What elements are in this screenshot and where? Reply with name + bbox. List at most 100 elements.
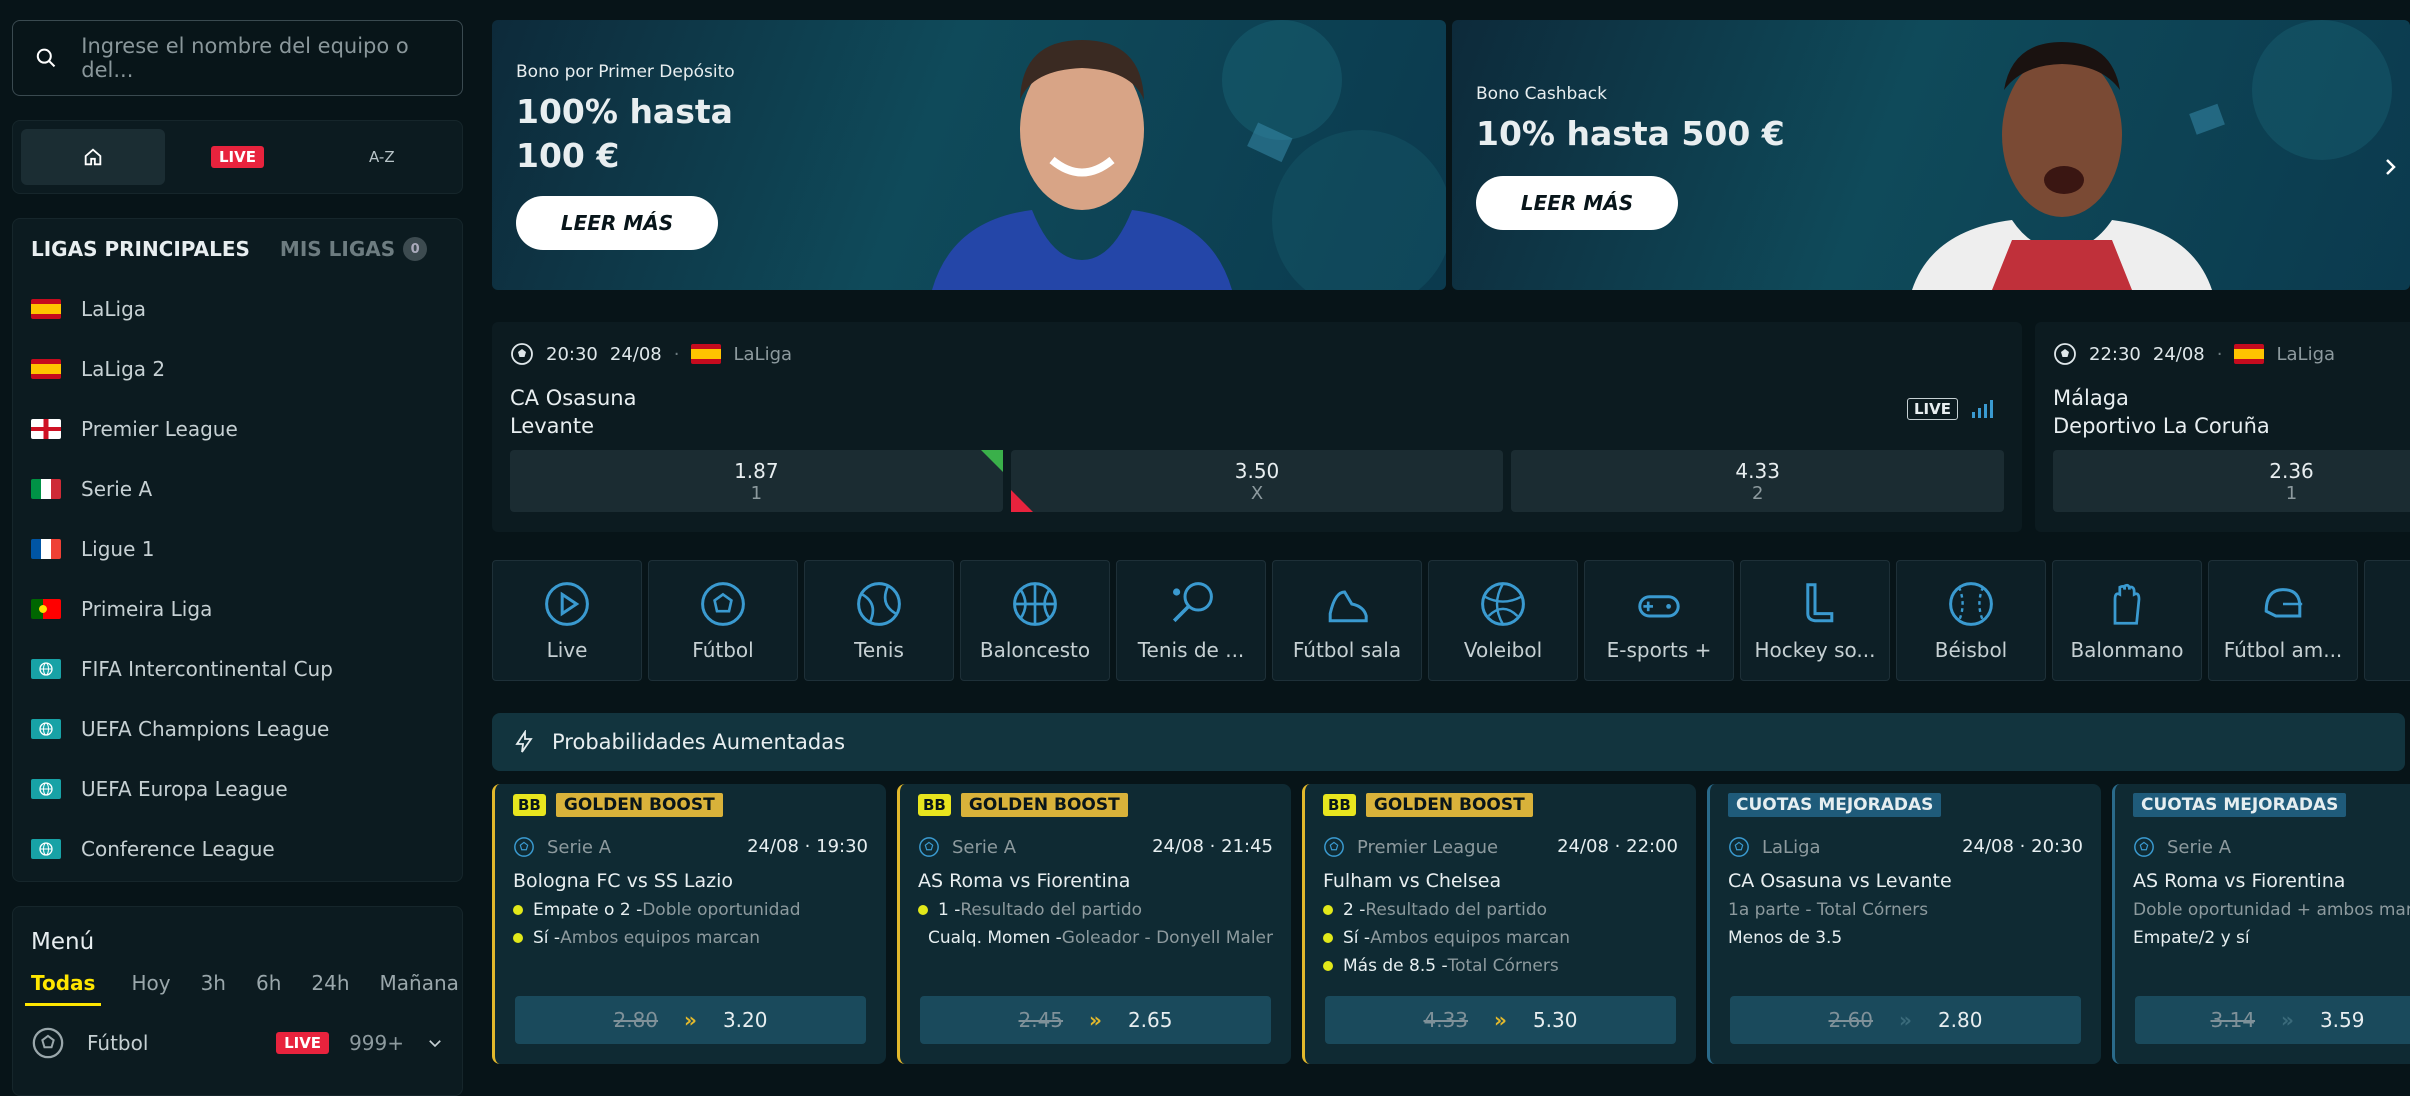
boost-datetime: 24/08 · 20:30 bbox=[1962, 836, 2083, 857]
flag-spain-icon bbox=[691, 344, 722, 364]
sport-volleyball[interactable]: Voleibol bbox=[1428, 560, 1578, 681]
selection-market: Resultado del partido bbox=[1365, 900, 1548, 920]
sport-label: Fútbol sala bbox=[1292, 637, 1402, 662]
stats-icon[interactable] bbox=[1970, 400, 1994, 418]
odds-button[interactable]: 3.50 X bbox=[1010, 450, 1504, 512]
boost-datetime: 24/08 · 22:00 bbox=[1557, 836, 1678, 857]
sport-label: Tenis bbox=[854, 637, 904, 662]
time-filter-tabs: Todas Hoy 3h 6h 24h Mañana bbox=[25, 971, 459, 1006]
tab-5[interactable]: Mañana bbox=[380, 971, 459, 1006]
away-team: Deportivo La Coruña bbox=[2053, 414, 2270, 438]
boost-datetime: 24/08 · 21:45 bbox=[1152, 836, 1273, 857]
read-more-button[interactable]: LEER MÁS bbox=[516, 196, 718, 250]
league-item[interactable]: LaLiga 2 bbox=[31, 339, 444, 399]
league-item[interactable]: Premier League bbox=[31, 399, 444, 459]
search-box[interactable]: Ingrese el nombre del equipo o del... bbox=[12, 20, 463, 96]
menu-title: Menú bbox=[31, 929, 95, 955]
boost-teams: Fulham vs Chelsea bbox=[1323, 870, 1502, 892]
flag-spain-icon bbox=[2234, 344, 2265, 364]
tab-2[interactable]: 3h bbox=[201, 971, 226, 1006]
match-card[interactable]: 20:30 24/08 · LaLiga CA Osasuna Levante L… bbox=[492, 322, 2022, 532]
tab-my-leagues[interactable]: MIS LIGAS 0 bbox=[280, 237, 428, 261]
tab-4[interactable]: 24h bbox=[311, 971, 349, 1006]
read-more-button[interactable]: LEER MÁS bbox=[1476, 176, 1678, 230]
baseball-icon bbox=[1949, 581, 1993, 626]
boost-card[interactable]: CUOTAS MEJORADASSerie A24AS Roma vs Fior… bbox=[2112, 784, 2410, 1064]
chevron-right-icon[interactable] bbox=[2378, 155, 2402, 179]
sport-baseball[interactable]: Béisbol bbox=[1896, 560, 2046, 681]
selection-market: Goleador - Donyell Malen bbox=[1061, 928, 1273, 948]
league-item[interactable]: Serie A bbox=[31, 459, 444, 519]
football-icon bbox=[32, 1027, 64, 1059]
sport-esports[interactable]: E-sports + bbox=[1584, 560, 1734, 681]
boost-price-button[interactable]: 2.45 » 2.65 bbox=[920, 996, 1271, 1044]
flag-es-icon bbox=[31, 299, 61, 319]
match-date: 24/08 bbox=[2152, 343, 2205, 365]
sport-live[interactable]: Live bbox=[492, 560, 642, 681]
banner-cashback[interactable]: Bono Cashback 10% hasta 500 € LEER MÁS bbox=[1452, 20, 2410, 290]
selection-market: Ambos equipos marcan bbox=[560, 928, 761, 948]
sport-basketball[interactable]: Baloncesto bbox=[960, 560, 1110, 681]
boost-market: 1a parte - Total Córners bbox=[1728, 900, 1929, 920]
boost-market: Doble oportunidad + ambos marcan bbox=[2133, 900, 2410, 920]
boost-price-button[interactable]: 2.80 » 3.20 bbox=[515, 996, 866, 1044]
double-chevron-icon: » bbox=[1089, 1008, 1102, 1032]
table-tennis-icon bbox=[1172, 581, 1213, 622]
search-input[interactable]: Ingrese el nombre del equipo o del... bbox=[81, 34, 440, 82]
sport-football[interactable]: Fútbol bbox=[648, 560, 798, 681]
match-time: 20:30 bbox=[546, 343, 598, 365]
tab-3[interactable]: 6h bbox=[256, 971, 281, 1006]
boost-card[interactable]: CUOTAS MEJORADAS LaLiga 24/08 · 20:30 CA Os… bbox=[1707, 784, 2101, 1064]
sport-label: Live bbox=[546, 637, 588, 662]
menu-row-label: Fútbol bbox=[87, 1031, 149, 1055]
sport-tennis[interactable]: Tenis bbox=[804, 560, 954, 681]
league-item[interactable]: Primeira Liga bbox=[31, 579, 444, 639]
az-button[interactable]: A-Z bbox=[310, 129, 454, 185]
league-item[interactable]: LaLiga bbox=[31, 279, 444, 339]
tab-main-leagues[interactable]: LIGAS PRINCIPALES bbox=[31, 237, 250, 261]
sport-table-tennis[interactable]: Tenis de ... bbox=[1116, 560, 1266, 681]
banner-first-deposit[interactable]: Bono por Primer Depósito 100% hasta 100 €… bbox=[492, 20, 1446, 290]
boost-price-button[interactable]: 2.60 » 2.80 bbox=[1730, 996, 2081, 1044]
league-item[interactable]: Ligue 1 bbox=[31, 519, 444, 579]
sport-futsal[interactable]: Fútbol sala bbox=[1272, 560, 1422, 681]
home-team: Málaga bbox=[2053, 386, 2129, 410]
double-chevron-icon: » bbox=[1899, 1008, 1912, 1032]
separator-dot: · bbox=[673, 343, 680, 365]
football-icon bbox=[511, 343, 533, 365]
match-time: 22:30 bbox=[2089, 343, 2141, 365]
odds-button[interactable]: 1.87 1 bbox=[510, 450, 1003, 512]
league-item[interactable]: Conference League bbox=[31, 819, 444, 879]
boost-datetime: 24/08 · 19:30 bbox=[747, 836, 868, 857]
sport-handball[interactable]: Balonmano bbox=[2052, 560, 2202, 681]
selection-value: Sí - bbox=[1343, 928, 1371, 948]
sport-label: Balonmano bbox=[2070, 637, 2184, 662]
sport-cricket[interactable]: Cr bbox=[2364, 560, 2410, 681]
odds-button[interactable]: 2.36 1 bbox=[2053, 450, 2410, 512]
boost-card[interactable]: BB GOLDEN BOOST Serie A 24/08 · 19:30 Bologn… bbox=[492, 784, 886, 1064]
odds-value: 2.36 bbox=[2269, 458, 2314, 483]
match-card[interactable]: 22:30 24/08 · LaLiga Málaga Deportivo La … bbox=[2035, 322, 2410, 532]
boost-price-button[interactable]: 4.33 » 5.30 bbox=[1325, 996, 1676, 1044]
selection-dot bbox=[1323, 933, 1333, 943]
boost-card[interactable]: BB GOLDEN BOOST Premier League 24/08 · 22:0… bbox=[1302, 784, 1696, 1064]
chevron-down-icon[interactable] bbox=[426, 1034, 444, 1052]
boost-price-button[interactable]: 3.14 » 3.59 bbox=[2135, 996, 2410, 1044]
league-item[interactable]: FIFA Intercontinental Cup bbox=[31, 639, 444, 699]
odds-button[interactable]: 4.33 2 bbox=[1511, 450, 2005, 512]
sport-hockey[interactable]: Hockey so... bbox=[1740, 560, 1890, 681]
separator-dot: · bbox=[2216, 343, 2223, 365]
sport-american-football[interactable]: Fútbol am... bbox=[2208, 560, 2358, 681]
away-team: Levante bbox=[510, 414, 595, 438]
league-item[interactable]: UEFA Europa League bbox=[31, 759, 444, 819]
tab-0[interactable]: Todas bbox=[25, 971, 102, 1006]
sports-bar: Live Fútbol Tenis Baloncesto Tenis de ... Fút… bbox=[492, 560, 2410, 681]
boosted-odds-header: Probabilidades Aumentadas bbox=[492, 713, 2405, 771]
boost-card[interactable]: BB GOLDEN BOOST Serie A 24/08 · 21:45 AS Rom… bbox=[897, 784, 1291, 1064]
league-item[interactable]: UEFA Champions League bbox=[31, 699, 444, 759]
boost-selection: 2 - Resultado del partido bbox=[1323, 900, 1678, 920]
live-button[interactable]: LIVE bbox=[165, 129, 309, 185]
home-button[interactable] bbox=[21, 129, 166, 185]
menu-row-football[interactable]: Fútbol LIVE 999+ bbox=[31, 1026, 444, 1060]
tab-1[interactable]: Hoy bbox=[131, 971, 170, 1006]
